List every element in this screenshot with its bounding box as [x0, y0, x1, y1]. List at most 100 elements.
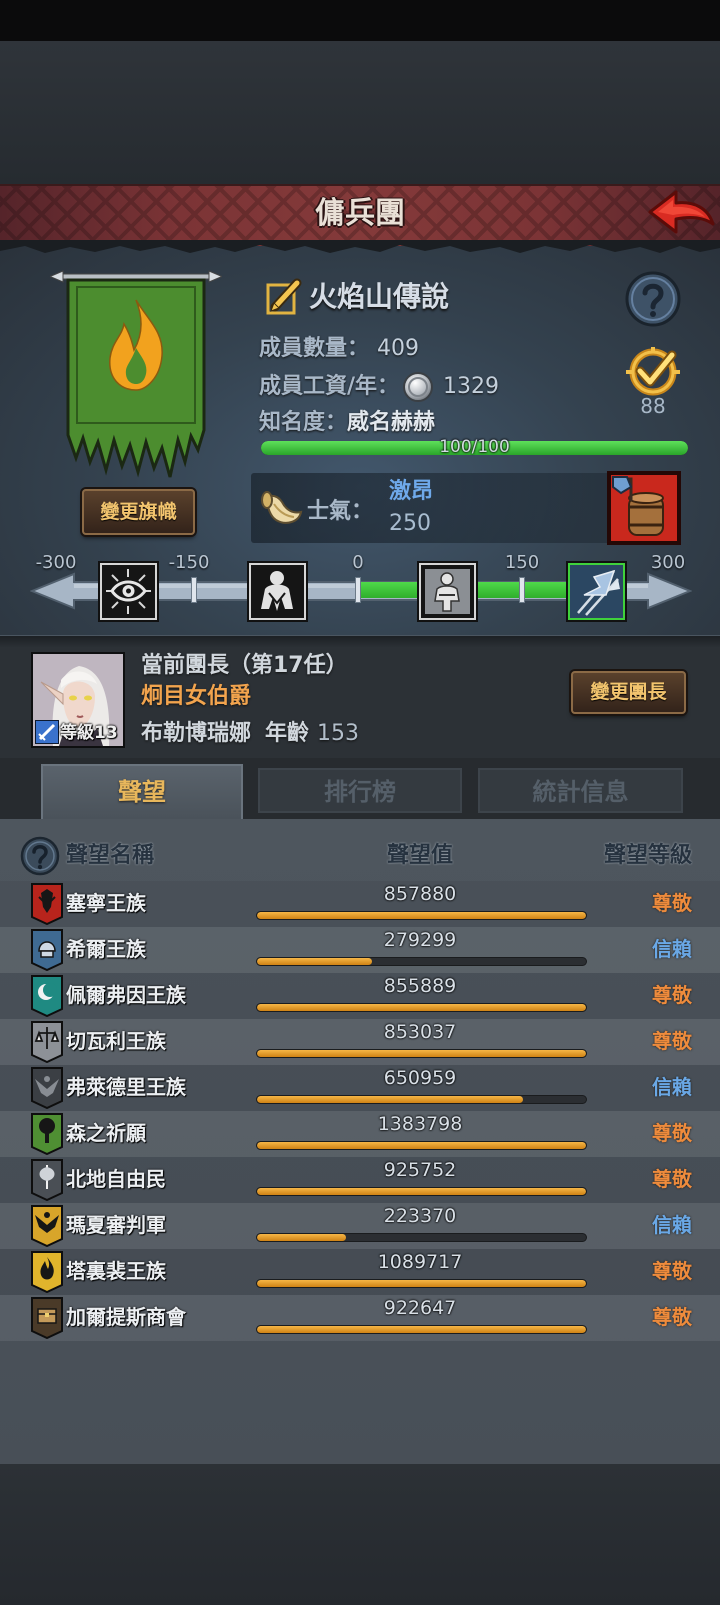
wing-crest-icon: [31, 1205, 63, 1247]
morale-stage-low[interactable]: [249, 563, 306, 620]
reputation-grade: 尊敬: [652, 1029, 692, 1053]
faction-name: 希爾王族: [66, 937, 146, 961]
reputation-bar: [256, 1325, 587, 1334]
morale-stage-high[interactable]: [568, 563, 625, 620]
reputation-value: 925752: [383, 1159, 457, 1181]
reputation-bar-fill: [257, 1096, 524, 1103]
morale-tick: [519, 577, 525, 603]
reputation-grade: 信賴: [652, 1213, 692, 1237]
members-label: 成員數量：: [259, 336, 370, 361]
tab-statistics[interactable]: 統計信息: [478, 768, 683, 813]
top-backdrop: [0, 41, 720, 184]
teal-moon-crest-icon: [31, 975, 63, 1017]
eye-icon: [106, 569, 151, 614]
morale-tick: [191, 577, 197, 603]
chest-crest-icon: [31, 1297, 63, 1339]
faction-name: 弗萊德里王族: [66, 1075, 186, 1099]
reputation-value: 922647: [383, 1297, 457, 1319]
red-beast-crest-icon: [31, 883, 63, 925]
war-horn-icon: [261, 491, 303, 524]
fame-stat: 知名度：威名赫赫: [259, 408, 435, 438]
axe-crest-icon: [31, 1159, 63, 1201]
section-divider: [0, 635, 720, 647]
reputation-grade: 尊敬: [652, 1167, 692, 1191]
tab-ranking[interactable]: 排行榜: [258, 768, 462, 813]
reputation-bar-fill: [257, 1188, 586, 1195]
reputation-value: 223370: [383, 1205, 457, 1227]
reputation-grade: 尊敬: [652, 1259, 692, 1283]
status-bar: [0, 0, 720, 41]
tab-reputation[interactable]: 聲望: [41, 764, 243, 819]
reputation-bar-fill: [257, 1142, 586, 1149]
reputation-bar: [256, 1049, 587, 1058]
supply-barrel-icon[interactable]: [607, 471, 681, 545]
reputation-row[interactable]: 塞寧王族 857880 尊敬: [0, 881, 720, 927]
reputation-value: 279299: [383, 929, 457, 951]
reputation-row[interactable]: 瑪夏審判軍 223370 信賴: [0, 1203, 720, 1249]
help-icon[interactable]: [625, 271, 681, 327]
tree-crest-icon: [31, 1113, 63, 1155]
reputation-grade: 尊敬: [652, 983, 692, 1007]
morale-stage-despair[interactable]: [100, 563, 157, 620]
back-arrow-icon[interactable]: [646, 188, 716, 240]
reputation-row[interactable]: 北地自由民 925752 尊敬: [0, 1157, 720, 1203]
help-icon[interactable]: [20, 836, 60, 876]
achievement-badge-icon[interactable]: [620, 345, 686, 399]
reputation-bar: [256, 1095, 587, 1104]
reputation-grade: 信賴: [652, 1075, 692, 1099]
leader-age: 153: [317, 721, 360, 746]
members-value: 409: [377, 336, 420, 361]
reputation-row[interactable]: 加爾提斯商會 922647 尊敬: [0, 1295, 720, 1341]
reputation-row[interactable]: 弗萊德里王族 650959 信賴: [0, 1065, 720, 1111]
leader-epithet: 炯目女伯爵: [141, 684, 252, 709]
reputation-bar-fill: [257, 1326, 586, 1333]
reputation-bar: [256, 911, 587, 920]
change-leader-button[interactable]: 變更團長: [571, 671, 686, 714]
morale-value: 250: [389, 511, 431, 536]
faction-name: 北地自由民: [66, 1167, 166, 1191]
reputation-bar: [256, 1141, 587, 1150]
leader-age-label: 年齡: [265, 721, 310, 746]
reputation-bar-fill: [257, 912, 586, 919]
reputation-value: 853037: [383, 1021, 457, 1043]
blue-helm-crest-icon: [31, 929, 63, 971]
reputation-row[interactable]: 切瓦利王族 853037 尊敬: [0, 1019, 720, 1065]
war-banner-icon: [577, 569, 620, 616]
faction-name: 塔裏裴王族: [66, 1259, 166, 1283]
column-header-value: 聲望值: [386, 843, 453, 868]
wage-stat: 成員工資/年： 1329: [259, 371, 499, 403]
guild-banner: [50, 270, 222, 478]
reputation-value: 650959: [383, 1067, 457, 1089]
reputation-row[interactable]: 希爾王族 279299 信賴: [0, 927, 720, 973]
morale-label: 士氣：: [307, 499, 374, 524]
leader-level: 等級13: [60, 723, 118, 743]
faction-name: 佩爾弗因王族: [66, 983, 186, 1007]
flame-crest-icon: [31, 1251, 63, 1293]
seated-figure-icon: [425, 569, 470, 614]
reputation-value: 1383798: [377, 1113, 463, 1135]
reputation-bar-fill: [257, 1280, 586, 1287]
faction-name: 加爾提斯商會: [66, 1305, 186, 1329]
reputation-row[interactable]: 佩爾弗因王族 855889 尊敬: [0, 973, 720, 1019]
faction-name: 森之祈願: [66, 1121, 146, 1145]
rename-pencil-icon[interactable]: [266, 278, 302, 316]
morale-stage-normal[interactable]: [419, 563, 476, 620]
kneeling-figure-icon: [261, 571, 293, 611]
reputation-row[interactable]: 森之祈願 1383798 尊敬: [0, 1111, 720, 1157]
wage-label: 成員工資/年：: [259, 374, 400, 399]
fame-progress-text: 100/100: [439, 437, 510, 457]
morale-status: 激昂: [389, 479, 434, 504]
reputation-bar: [256, 1187, 587, 1196]
fame-label: 知名度：: [259, 410, 348, 435]
change-banner-button[interactable]: 變更旗幟: [82, 489, 195, 535]
page-title: 傭兵團: [315, 196, 405, 231]
leader-title: 當前團長（第17任）: [141, 653, 348, 678]
leader-info: 布勒博瑞娜 年齡 153: [141, 719, 359, 749]
reputation-grade: 信賴: [652, 937, 692, 961]
scales-crest-icon: [31, 1021, 63, 1063]
reputation-row[interactable]: 塔裏裴王族 1089717 尊敬: [0, 1249, 720, 1295]
reputation-bar-fill: [257, 1050, 586, 1057]
reputation-bar-fill: [257, 1234, 346, 1241]
eagle-crest-icon: [31, 1067, 63, 1109]
leader-portrait[interactable]: 等級13: [31, 652, 125, 748]
